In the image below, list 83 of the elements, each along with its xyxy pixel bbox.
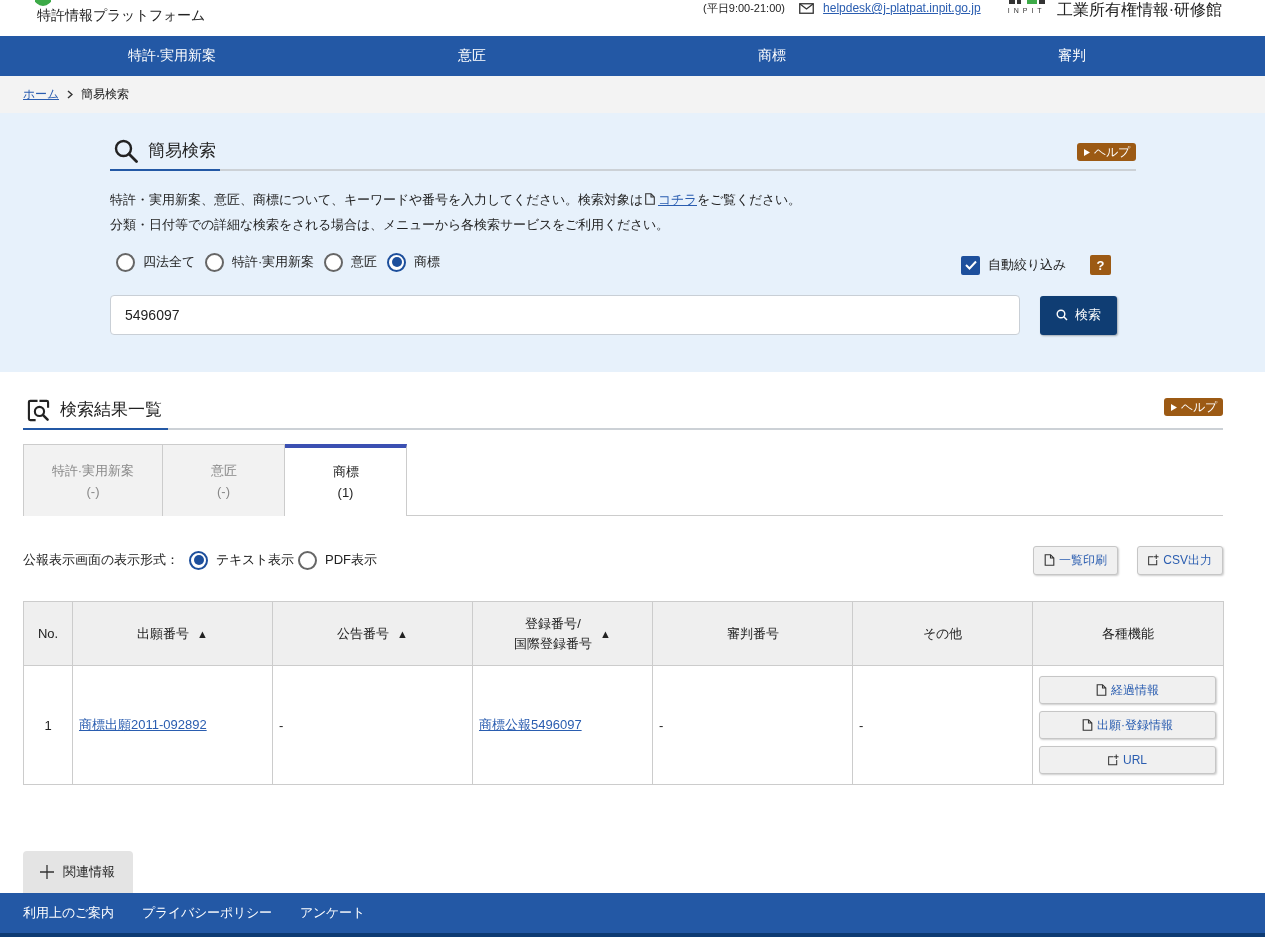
document-link[interactable]: 商標公報5496097 [479,717,582,732]
column-label: 公告番号 [337,624,390,643]
function-button[interactable]: 出願·登録情報 [1039,711,1216,739]
tab-count: (1) [337,484,354,502]
column-label: その他 [923,624,962,643]
footer-link[interactable]: プライバシーポリシー [142,904,272,922]
sort-mark[interactable]: ▲ [397,627,408,640]
export-icon [1108,754,1119,766]
radio-button[interactable] [298,550,317,570]
section-title: 簡易検索 [148,140,216,162]
table-cell: - [852,665,1033,785]
description-text: 分類・日付等での詳細な検索をされる場合は、メニューから各検索サービスをご利用ください。 [110,216,670,234]
tab-count: (-) [86,482,100,501]
format-label: 公報表示画面の表示形式： [23,551,179,569]
triangle-icon [1084,148,1090,156]
organization-name: 工業所有権情報·研修館 [1056,0,1222,19]
radio-button[interactable] [324,252,344,272]
description-text: 特許・実用新案、意匠、商標について、キーワードや番号を入力してください。検索対象は コチラ をご覧ください。 [110,191,802,209]
radio-button[interactable] [387,252,407,272]
search-icon [114,139,138,163]
logo-icon [35,0,51,6]
help-button[interactable]: ヘルプ [1077,143,1136,161]
radio-label: 商標 [414,253,441,271]
nav-link[interactable]: 審判 [922,36,1222,76]
target-link[interactable]: コチラ [658,192,697,207]
breadcrumb-link[interactable]: ホーム [23,86,59,103]
result-tab[interactable]: 商標 (1) [285,444,407,516]
plus-icon [40,865,54,879]
radio-button[interactable] [205,252,224,272]
search-button[interactable]: 検索 [1040,295,1117,335]
function-button[interactable]: URL [1039,746,1216,774]
radio-button[interactable] [189,550,208,570]
action-button[interactable]: CSV出力 [1137,545,1223,575]
table-cell: 1 [23,665,73,785]
nav-link[interactable]: 特許·実用新案 [22,36,322,76]
help-hint-button[interactable]: ? [1090,255,1111,275]
radio-label: 意匠 [351,253,378,271]
radio-label: PDF表示 [325,551,377,569]
sort-mark[interactable]: ▲ [600,627,611,640]
hours-text: (平日9:00-21:00) [703,1,786,15]
search-icon [1056,309,1068,321]
column-label: 審判番号 [726,624,779,643]
triangle-icon [1171,403,1177,411]
table-cell: - [652,665,853,785]
radio-label: テキスト表示 [216,551,294,569]
radio-button[interactable] [116,252,135,272]
tab-count: (-) [217,482,230,501]
document-link[interactable]: 商標出願2011-092892 [79,717,207,732]
chevron-icon [67,90,73,99]
footer-link[interactable]: アンケート [300,904,365,922]
checkbox-label: 自動絞り込み [988,256,1066,274]
section-title: 検索結果一覧 [60,399,162,421]
document-icon [645,193,655,205]
document-icon [1044,554,1056,566]
radio-label: 四法全て [143,253,195,271]
table-cell: - [272,665,473,785]
column-label: 各種機能 [1102,624,1154,643]
email-link[interactable]: helpdesk@j-platpat.inpit.go.jp [823,1,981,16]
breadcrumb-current: 簡易検索 [81,86,129,103]
nav-link[interactable]: 商標 [622,36,922,76]
search-list-icon [27,398,50,422]
document-icon [1082,719,1093,731]
function-button[interactable]: 経過情報 [1039,676,1216,704]
action-button[interactable]: 一覧印刷 [1033,545,1119,575]
footer-link[interactable]: 利用上のご案内 [23,904,114,922]
checkmark-icon [964,260,977,270]
column-label: No. [37,624,59,643]
nav-link[interactable]: 意匠 [322,36,622,76]
search-field[interactable]: 5496097 [110,295,1020,335]
logo-text: 特許情報プラットフォーム [37,7,205,24]
mail-icon [799,3,815,14]
radio-label: 特許·実用新案 [232,253,315,271]
column-label: 出願番号 [137,624,190,643]
checkbox[interactable] [961,255,980,275]
document-icon [1096,684,1107,696]
sort-mark[interactable]: ▲ [197,627,208,640]
help-button[interactable]: ヘルプ [1164,398,1223,416]
related-info-button[interactable]: 関連情報 [23,851,133,893]
export-icon [1148,554,1160,566]
tab-label: 商標 [332,463,359,481]
column-label: 登録番号/ 国際登録番号 [514,614,593,653]
tab-label: 意匠 [210,461,237,480]
tab-label: 特許·実用新案 [51,461,135,480]
